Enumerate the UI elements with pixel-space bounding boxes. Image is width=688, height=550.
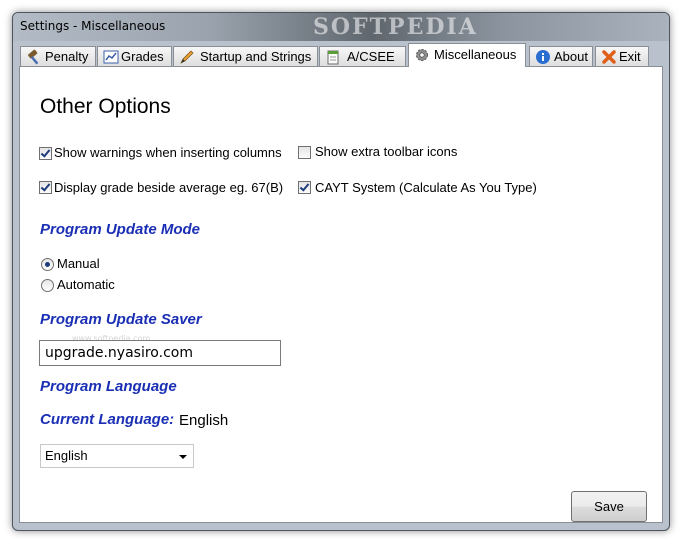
show-warnings-checkbox[interactable]	[39, 147, 52, 160]
manual-radio[interactable]	[41, 258, 54, 271]
tab-strip: Penalty Grades Startup and Strings A/CSE…	[19, 43, 663, 67]
exit-icon	[602, 50, 616, 64]
tab-about[interactable]: About	[529, 46, 593, 66]
tab-penalty[interactable]: Penalty	[20, 46, 96, 66]
pencil-icon	[180, 50, 194, 64]
show-toolbar-icons-label: Show extra toolbar icons	[315, 144, 458, 159]
tab-label: Startup and Strings	[200, 49, 312, 64]
tab-label: Miscellaneous	[434, 47, 517, 62]
tab-miscellaneous[interactable]: Miscellaneous	[408, 43, 526, 67]
gavel-icon	[28, 49, 39, 65]
language-select-value: English	[45, 448, 88, 463]
window-title: Settings - Miscellaneous	[20, 19, 166, 33]
display-grade-checkbox[interactable]	[39, 181, 52, 194]
watermark: SOFTPEDIA	[313, 14, 478, 40]
automatic-radio[interactable]	[41, 279, 54, 292]
show-warnings-label: Show warnings when inserting columns	[54, 145, 282, 160]
info-icon	[536, 50, 550, 64]
automatic-label: Automatic	[57, 277, 115, 292]
tab-acsee[interactable]: A/CSEE	[319, 46, 406, 66]
tab-label: About	[554, 49, 588, 64]
cayt-system-checkbox[interactable]	[298, 181, 311, 194]
display-grade-label: Display grade beside average eg. 67(B)	[54, 180, 284, 195]
gear-icon	[416, 49, 428, 61]
chevron-down-icon	[179, 455, 187, 459]
page-title: Other Options	[40, 95, 171, 118]
manual-label: Manual	[57, 256, 100, 271]
update-url-input[interactable]: upgrade.nyasiro.com	[39, 340, 281, 366]
show-toolbar-icons-checkbox[interactable]	[298, 146, 311, 159]
current-language-value: English	[179, 412, 229, 429]
program-language-title: Program Language	[40, 378, 177, 395]
current-language-label: Current Language:	[40, 411, 175, 428]
tab-label: A/CSEE	[347, 49, 395, 64]
chart-icon	[103, 50, 119, 64]
notepad-icon	[327, 50, 339, 65]
miscellaneous-panel: Other Options Show warnings when inserti…	[19, 66, 663, 523]
update-saver-title: Program Update Saver	[40, 311, 202, 328]
cayt-system-label: CAYT System (Calculate As You Type)	[315, 180, 537, 195]
title-bar[interactable]: Settings - Miscellaneous SOFTPEDIA	[13, 13, 669, 41]
settings-window: Settings - Miscellaneous SOFTPEDIA Penal…	[12, 12, 670, 531]
tab-exit[interactable]: Exit	[595, 46, 649, 66]
tab-label: Exit	[619, 49, 641, 64]
tab-label: Penalty	[45, 49, 89, 64]
language-select[interactable]: English	[40, 444, 194, 468]
save-button[interactable]: Save	[571, 491, 647, 522]
tab-label: Grades	[121, 49, 164, 64]
update-mode-title: Program Update Mode	[40, 221, 201, 238]
tab-grades[interactable]: Grades	[97, 46, 172, 66]
tab-startup-and-strings[interactable]: Startup and Strings	[173, 46, 318, 66]
